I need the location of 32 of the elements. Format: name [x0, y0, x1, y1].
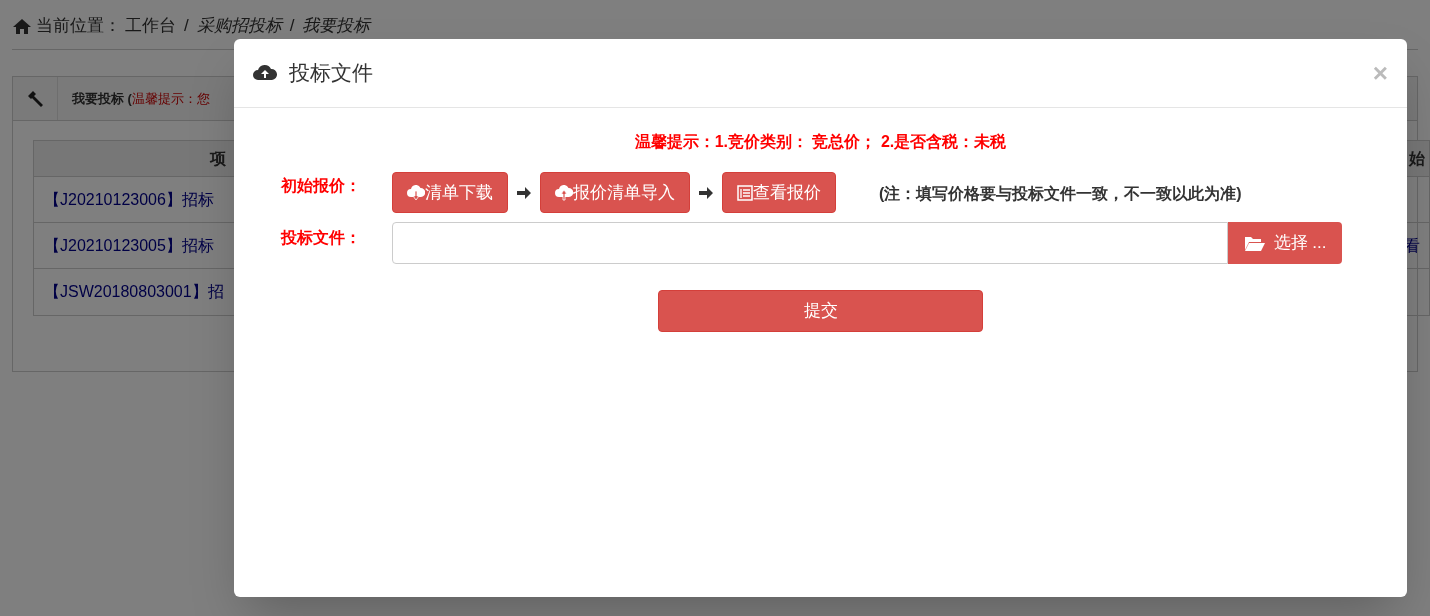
breadcrumb-link[interactable]: 工作台 — [125, 13, 176, 39]
cloud-upload-icon — [555, 184, 573, 201]
home-icon — [12, 18, 32, 34]
folder-icon — [1243, 235, 1266, 251]
modal-title: 投标文件 — [289, 60, 373, 87]
cloud-download-icon — [407, 184, 425, 201]
column-header: 项 — [210, 148, 226, 169]
list-icon — [737, 184, 753, 201]
column-header: 始 — [1409, 148, 1425, 169]
panel-tip: 温馨提示：您 — [131, 89, 210, 108]
file-input-field[interactable] — [392, 222, 1228, 264]
breadcrumb-separator: / — [184, 15, 189, 38]
breadcrumb-link[interactable]: 采购招投标 — [196, 13, 282, 39]
arrow-right-icon — [516, 185, 532, 200]
choose-file-button[interactable]: 选择 ... — [1228, 222, 1342, 264]
step-button[interactable]: 报价清单导入 — [540, 172, 690, 213]
project-link[interactable]: 【J20210123006】招标 — [44, 187, 214, 212]
step-button[interactable]: 清单下载 — [392, 172, 508, 213]
project-link[interactable]: 【J20210123005】招标 — [44, 233, 214, 258]
breadcrumb-label: 当前位置： — [36, 15, 121, 38]
step-button[interactable]: 查看报价 — [722, 172, 836, 213]
field-label: 投标文件： — [279, 228, 362, 248]
note-text: (注：填写价格要与投标文件一致，不一致以此为准) — [879, 184, 1242, 204]
notice-text: 温馨提示：1.竞价类别： 竞总价； 2.是否含税：未税 — [634, 132, 1007, 152]
breadcrumb-separator: / — [289, 15, 295, 38]
project-link[interactable]: 【JSW20180803001】招 — [44, 280, 224, 304]
submit-button[interactable]: 提交 — [658, 290, 983, 332]
breadcrumb-link[interactable]: 我要投标 — [302, 13, 371, 39]
panel-title: 我要投标 ( — [72, 89, 132, 108]
cloud-upload-icon — [253, 64, 277, 82]
field-label: 初始报价： — [280, 176, 362, 196]
arrow-right-icon — [698, 185, 714, 200]
